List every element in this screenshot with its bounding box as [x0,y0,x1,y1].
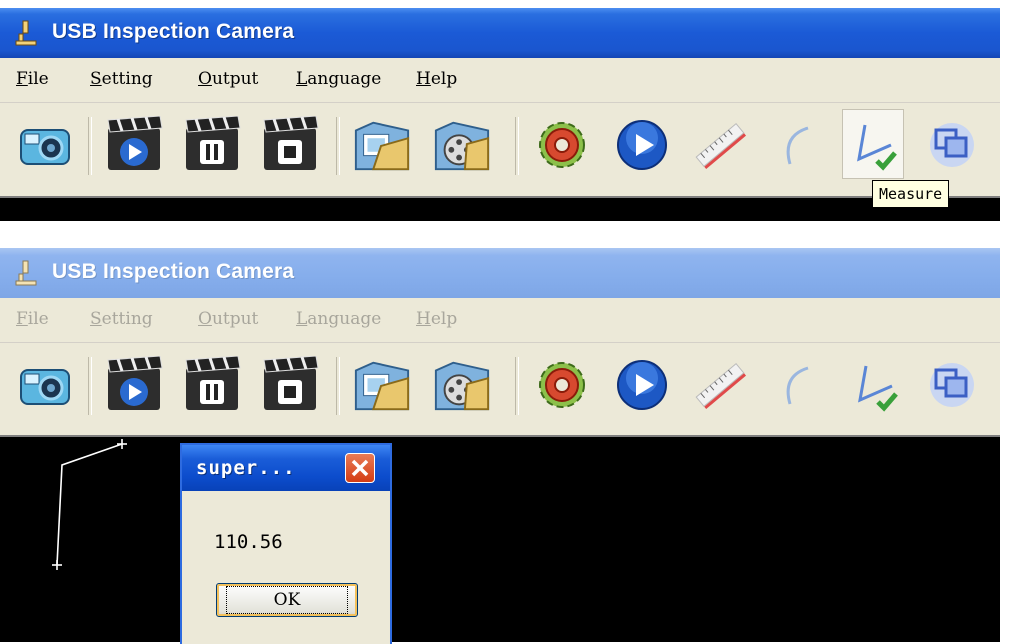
record-play-icon[interactable] [104,351,164,419]
close-icon [351,459,369,477]
menu-file[interactable]: File [16,69,49,89]
ruler-line-icon[interactable] [690,111,750,179]
ok-button[interactable]: OK [216,583,358,617]
play-icon[interactable] [612,111,672,179]
menu-file[interactable]: File [16,309,49,329]
dialog-title: super... [196,457,296,479]
close-button[interactable] [345,453,375,483]
menu-output[interactable]: Output [198,309,258,329]
title-bar[interactable]: USB Inspection Camera [0,248,1000,298]
window-title: USB Inspection Camera [52,260,295,283]
measure-angle-icon[interactable] [842,109,904,179]
ok-button-label: OK [225,586,349,614]
settings-gear-icon[interactable] [532,111,592,179]
arc-measure-icon[interactable] [768,351,828,419]
angle-measurement-overlay [52,439,127,570]
measure-angle-icon[interactable] [844,351,904,419]
record-stop-icon[interactable] [260,111,320,179]
menu-language[interactable]: Language [296,309,381,329]
microscope-app-icon [15,20,37,46]
record-play-icon[interactable] [104,111,164,179]
measurement-value: 110.56 [214,531,283,553]
record-stop-icon[interactable] [260,351,320,419]
open-photo-folder-icon[interactable] [352,111,412,179]
menu-bar: File Setting Output Language Help [0,58,1000,103]
result-dialog: super... 110.56 OK [180,443,392,644]
video-preview-area[interactable] [0,196,1000,221]
settings-gear-icon[interactable] [532,351,592,419]
app-window-active: USB Inspection Camera File Setting Outpu… [0,8,1000,221]
dialog-title-bar[interactable]: super... [182,445,390,491]
tooltip-measure: Measure [872,180,950,208]
camera-snapshot-icon[interactable] [15,351,75,419]
arc-measure-icon[interactable] [768,111,828,179]
app-window-inactive: USB Inspection Camera File Setting Outpu… [0,248,1000,642]
menu-help[interactable]: Help [416,69,457,89]
menu-setting[interactable]: Setting [90,69,153,89]
menu-help[interactable]: Help [416,309,457,329]
window-title: USB Inspection Camera [52,20,295,43]
menu-setting[interactable]: Setting [90,309,153,329]
overlay-window-icon[interactable] [922,351,982,419]
microscope-app-icon [15,260,37,286]
open-video-folder-icon[interactable] [432,351,492,419]
menu-output[interactable]: Output [198,69,258,89]
toolbar [0,103,1000,195]
title-bar[interactable]: USB Inspection Camera [0,8,1000,58]
toolbar [0,343,1000,435]
overlay-window-icon[interactable] [922,111,982,179]
record-pause-icon[interactable] [182,111,242,179]
menu-language[interactable]: Language [296,69,381,89]
play-icon[interactable] [612,351,672,419]
ruler-line-icon[interactable] [690,351,750,419]
menu-bar: File Setting Output Language Help [0,298,1000,343]
video-preview-area[interactable] [0,435,1000,642]
open-video-folder-icon[interactable] [432,111,492,179]
open-photo-folder-icon[interactable] [352,351,412,419]
record-pause-icon[interactable] [182,351,242,419]
camera-snapshot-icon[interactable] [15,111,75,179]
